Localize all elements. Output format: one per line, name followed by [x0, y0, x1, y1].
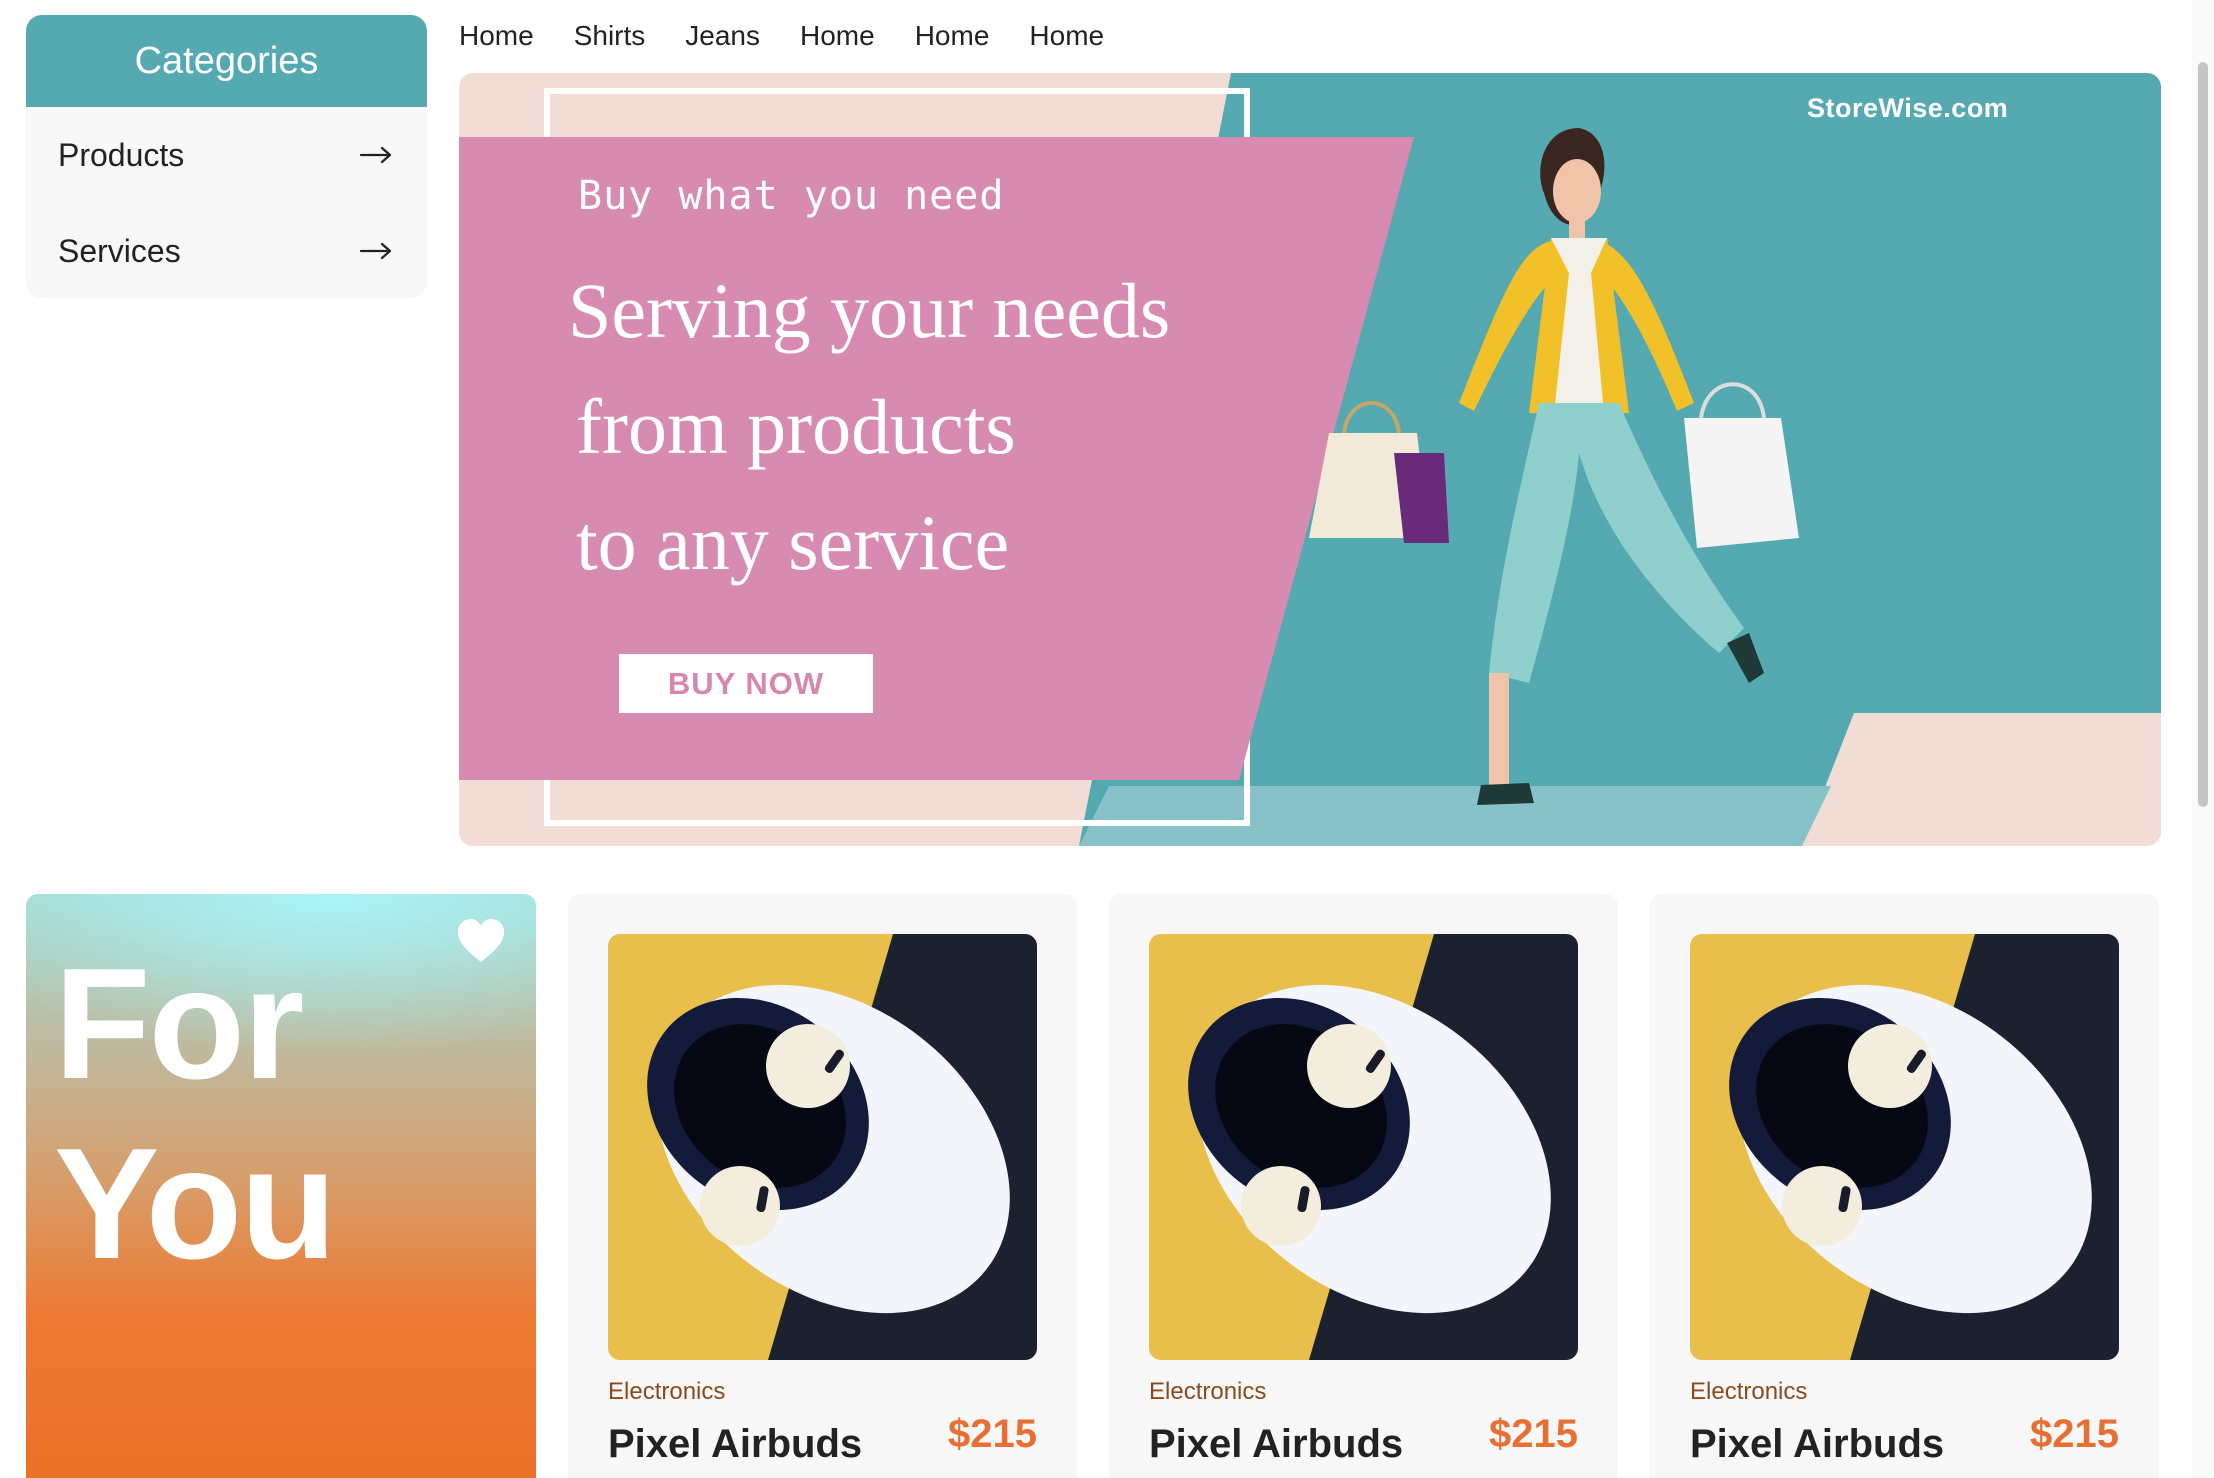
nav-link-home[interactable]: Home	[459, 18, 534, 54]
headline-line: from products	[576, 383, 1016, 470]
product-price: $215	[2030, 1412, 2119, 1456]
product-price: $215	[1489, 1412, 1578, 1456]
product-name[interactable]: Pixel Airbuds	[608, 1422, 862, 1467]
heart-icon[interactable]	[456, 918, 506, 964]
product-card[interactable]: Electronics Pixel Airbuds $215	[1109, 894, 1618, 1478]
nav-link-shirts[interactable]: Shirts	[574, 18, 646, 54]
sidebar-item-label: Products	[58, 136, 185, 173]
arrow-right-icon	[359, 242, 392, 260]
product-price: $215	[948, 1412, 1037, 1456]
airbuds-illustration	[1690, 934, 2119, 1360]
product-category: Electronics	[1149, 1378, 1267, 1405]
top-nav: Home Shirts Jeans Home Home Home	[459, 18, 1144, 54]
product-image[interactable]	[608, 934, 1037, 1360]
product-category: Electronics	[1690, 1378, 1808, 1405]
categories-panel: Categories Products Services	[26, 15, 427, 298]
airbuds-illustration	[1149, 934, 1578, 1360]
product-category: Electronics	[608, 1378, 726, 1405]
hero-banner[interactable]: StoreWise.com Buy what you need Serving …	[459, 73, 2161, 846]
banner-tagline: Buy what you need	[578, 173, 1005, 219]
site-name: StoreWise.com	[1807, 93, 2009, 123]
airbuds-illustration	[608, 934, 1037, 1360]
product-name[interactable]: Pixel Airbuds	[1149, 1422, 1403, 1467]
categories-header: Categories	[26, 15, 427, 107]
for-you-title: For You	[54, 934, 337, 1294]
sidebar-item-products[interactable]: Products	[26, 107, 427, 203]
for-you-card[interactable]: For You	[26, 894, 536, 1478]
product-card[interactable]: Electronics Pixel Airbuds $215	[1650, 894, 2159, 1478]
vertical-scrollbar[interactable]	[2192, 0, 2214, 1478]
arrow-right-icon	[359, 146, 392, 164]
product-card[interactable]: Electronics Pixel Airbuds $215	[568, 894, 1077, 1478]
product-image[interactable]	[1149, 934, 1578, 1360]
buy-now-button[interactable]: BUY NOW	[619, 654, 873, 713]
headline-line: to any service	[576, 499, 1010, 586]
nav-link-home-2[interactable]: Home	[800, 18, 875, 54]
headline-line: Serving your needs	[568, 267, 1171, 354]
for-you-line: You	[54, 1116, 337, 1292]
product-name[interactable]: Pixel Airbuds	[1690, 1422, 1944, 1467]
for-you-line: For	[54, 936, 305, 1112]
nav-link-home-4[interactable]: Home	[1029, 18, 1104, 54]
sidebar-item-services[interactable]: Services	[26, 203, 427, 298]
banner-headline: Serving your needs from products to any …	[568, 253, 1170, 601]
sidebar-item-label: Services	[58, 232, 181, 269]
nav-link-jeans[interactable]: Jeans	[685, 18, 760, 54]
product-image[interactable]	[1690, 934, 2119, 1360]
nav-link-home-3[interactable]: Home	[915, 18, 990, 54]
scrollbar-thumb[interactable]	[2198, 62, 2208, 807]
